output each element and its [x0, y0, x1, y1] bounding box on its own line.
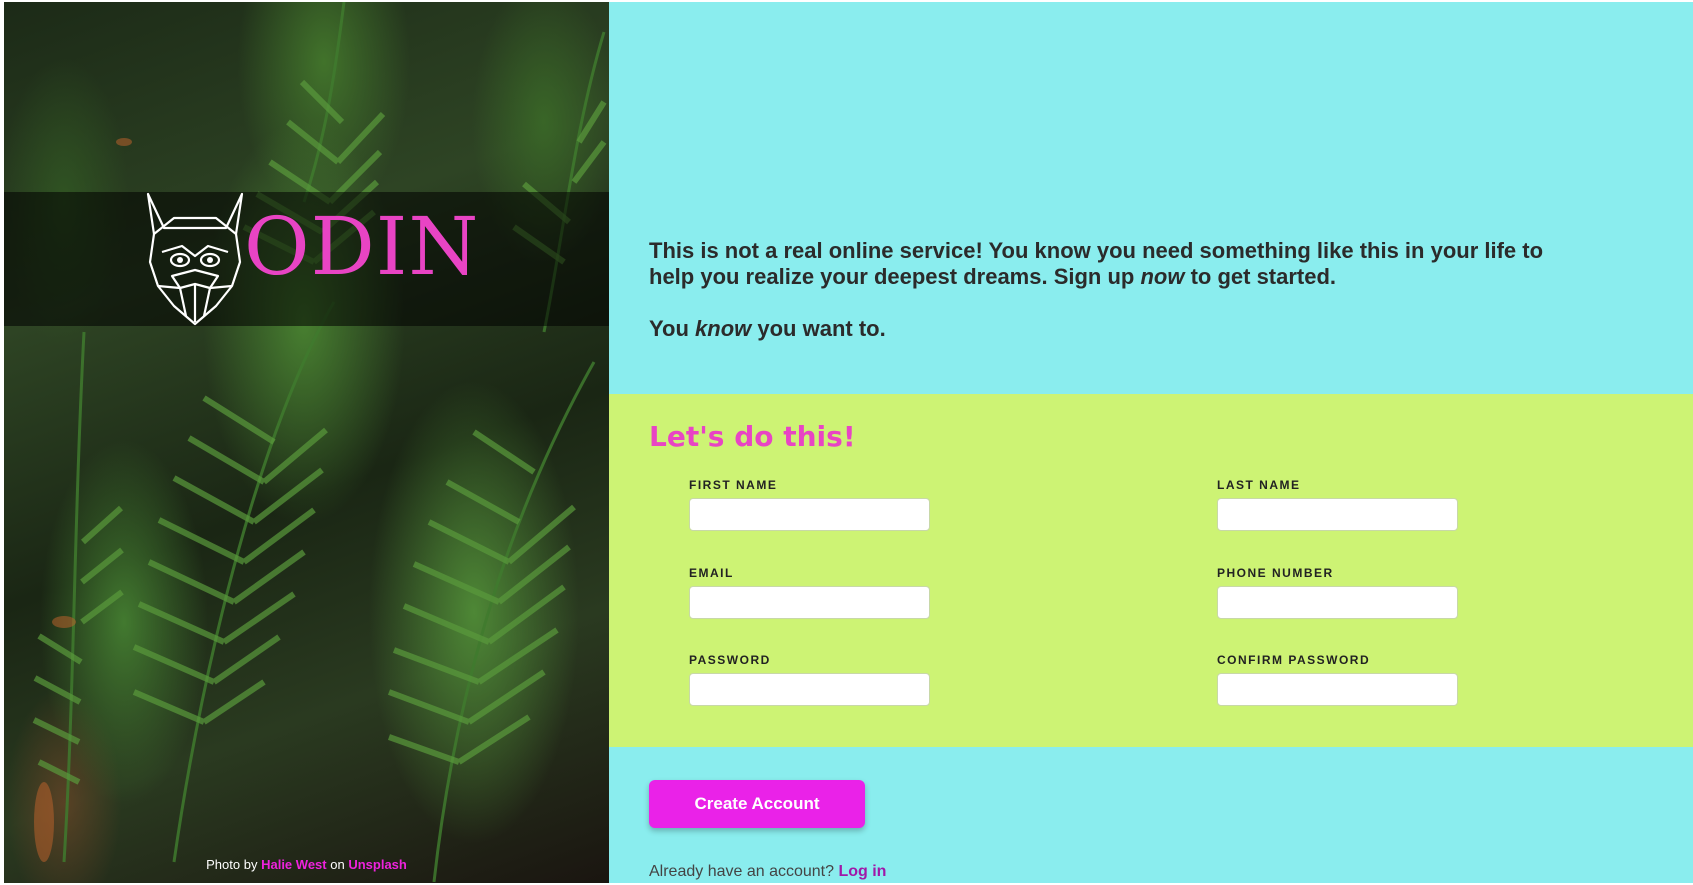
phone-field-group: PHONE NUMBER — [1217, 566, 1462, 619]
signup-form: Let's do this! FIRST NAME LAST NAME EMAI… — [609, 394, 1693, 747]
photo-author-link[interactable]: Halie West — [261, 857, 327, 872]
password-input[interactable] — [689, 673, 930, 706]
password-field-group: PASSWORD — [689, 653, 934, 706]
intro-text-part: This is not a real online service! You k… — [649, 238, 1544, 289]
fern-background-image — [32, 2, 607, 883]
logo-wordmark: ODIN — [244, 200, 480, 293]
photo-credit-middle: on — [330, 857, 345, 872]
intro-paragraph-2: You know you want to. — [649, 316, 1549, 342]
last-name-field-group: LAST NAME — [1217, 478, 1462, 531]
intro-emphasis-know: know — [695, 316, 752, 341]
unsplash-link[interactable]: Unsplash — [348, 857, 407, 872]
login-link[interactable]: Log in — [838, 863, 886, 880]
last-name-input[interactable] — [1217, 498, 1458, 531]
last-name-label: LAST NAME — [1217, 478, 1301, 492]
first-name-field-group: FIRST NAME — [689, 478, 934, 531]
email-field-group: EMAIL — [689, 566, 934, 619]
intro-section: This is not a real online service! You k… — [609, 2, 1693, 394]
password-label: PASSWORD — [689, 653, 771, 667]
confirm-password-label: CONFIRM PASSWORD — [1217, 653, 1371, 667]
phone-input[interactable] — [1217, 586, 1458, 619]
fern-photo-panel: ODIN Photo by Halie West on Unsplash — [4, 2, 609, 883]
intro-text: This is not a real online service! You k… — [649, 238, 1549, 342]
form-heading: Let's do this! — [649, 420, 856, 453]
first-name-input[interactable] — [689, 498, 930, 531]
confirm-password-input[interactable] — [1217, 673, 1458, 706]
phone-label: PHONE NUMBER — [1217, 566, 1334, 580]
intro-emphasis-now: now — [1140, 264, 1185, 289]
confirm-password-field-group: CONFIRM PASSWORD — [1217, 653, 1462, 706]
create-account-button[interactable]: Create Account — [649, 780, 865, 828]
login-prompt: Already have an account? Log in — [649, 863, 886, 881]
photo-credit-prefix: Photo by — [206, 857, 258, 872]
intro-text-part: to get started. — [1184, 264, 1337, 289]
email-label: EMAIL — [689, 566, 734, 580]
login-prompt-text: Already have an account? — [649, 863, 835, 880]
intro-text-part: You — [649, 316, 696, 341]
email-input[interactable] — [689, 586, 930, 619]
photo-credit: Photo by Halie West on Unsplash — [4, 857, 609, 872]
intro-paragraph-1: This is not a real online service! You k… — [649, 238, 1549, 290]
first-name-label: FIRST NAME — [689, 478, 778, 492]
actions-section: Create Account Already have an account? … — [609, 747, 1693, 883]
intro-text-part: you want to. — [751, 316, 886, 341]
signup-page: ODIN Photo by Halie West on Unsplash Thi… — [0, 0, 1693, 885]
viking-helmet-logo-icon — [146, 192, 244, 326]
